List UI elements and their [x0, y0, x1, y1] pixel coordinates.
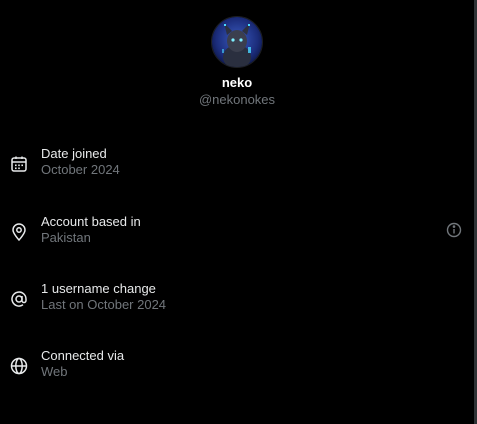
detail-subtitle: October 2024 [41, 162, 120, 177]
detail-title: Account based in [41, 214, 141, 229]
info-icon[interactable] [445, 221, 463, 239]
detail-date-joined: Date joined October 2024 [0, 146, 474, 186]
detail-account-based-in: Account based in Pakistan [0, 214, 474, 254]
profile-name: neko [221, 75, 253, 90]
detail-subtitle: Pakistan [41, 230, 91, 245]
detail-connected-via: Connected via Web [0, 348, 474, 388]
detail-title: Date joined [41, 146, 107, 161]
location-pin-icon [9, 222, 29, 242]
detail-title: 1 username change [41, 281, 156, 296]
profile-handle: @nekonokes [198, 92, 276, 107]
detail-title: Connected via [41, 348, 125, 363]
profile-header: neko @nekonokes [0, 16, 474, 108]
detail-subtitle: Web [41, 364, 68, 379]
avatar[interactable] [211, 16, 263, 68]
detail-subtitle: Last on October 2024 [41, 297, 167, 312]
calendar-icon [9, 154, 29, 174]
at-sign-icon [9, 289, 29, 309]
globe-icon [9, 356, 29, 376]
detail-username-change: 1 username change Last on October 2024 [0, 281, 474, 321]
